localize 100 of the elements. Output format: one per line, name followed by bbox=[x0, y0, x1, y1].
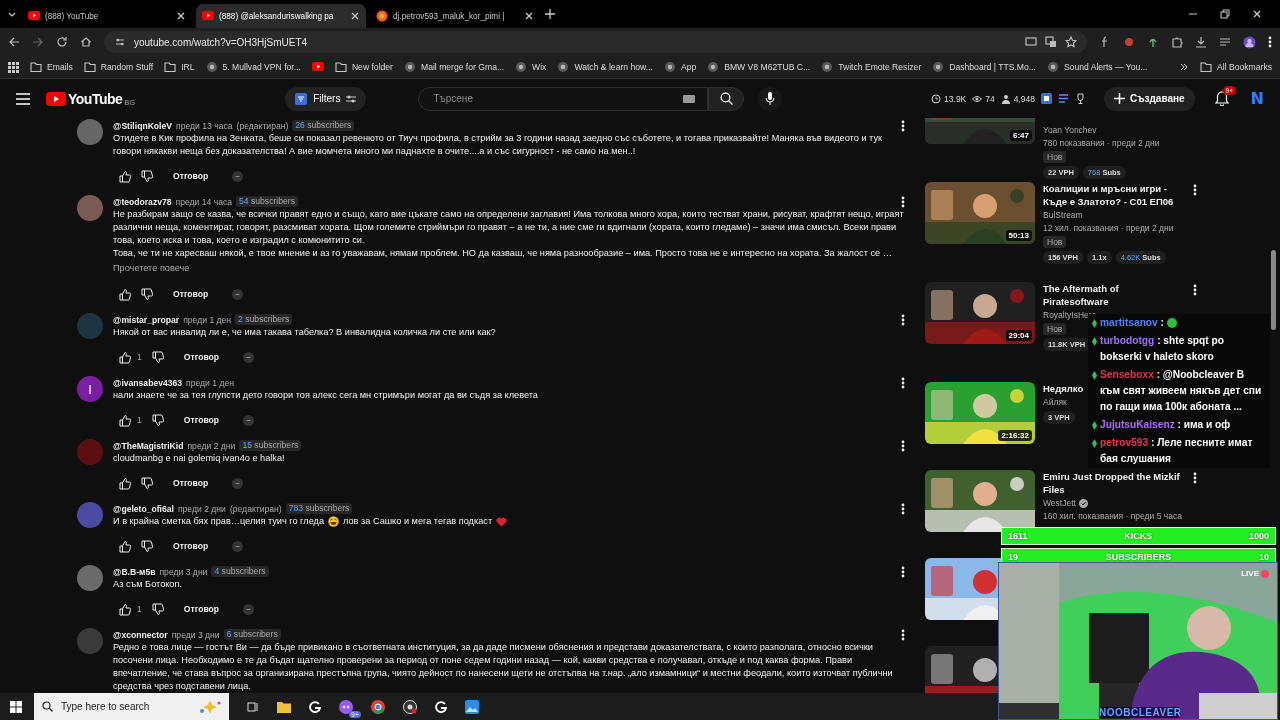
video-title[interactable]: Коалиции и мръсни игри - Къде е Златото? - С01 ЕП06 bbox=[1043, 182, 1181, 208]
star-icon[interactable] bbox=[1065, 36, 1077, 48]
kebab-icon[interactable] bbox=[901, 196, 905, 208]
dislike-icon[interactable] bbox=[151, 350, 164, 364]
close-icon[interactable] bbox=[176, 11, 186, 21]
comment-time[interactable]: преди 3 дни bbox=[159, 566, 208, 577]
bookmark[interactable]: Emails bbox=[30, 61, 73, 73]
install-icon[interactable] bbox=[1025, 36, 1037, 48]
comment-time[interactable]: преди 13 часа bbox=[176, 120, 233, 131]
avatar-icon[interactable] bbox=[1243, 35, 1256, 49]
kebab-icon[interactable] bbox=[901, 629, 905, 641]
keyboard-icon[interactable] bbox=[683, 94, 696, 103]
comment-author[interactable]: @mistar_propar bbox=[113, 314, 180, 325]
list-icon[interactable] bbox=[1058, 93, 1070, 104]
comment-author[interactable]: @StiliqnKoleV bbox=[113, 120, 172, 131]
dislike-icon[interactable] bbox=[141, 287, 153, 301]
channel-name[interactable]: RoyaltyIsHere bbox=[1043, 309, 1097, 322]
filters-button[interactable]: Filters bbox=[285, 86, 367, 111]
voice-search-button[interactable] bbox=[758, 86, 783, 111]
address-bar[interactable]: youtube.com/watch?v=OH3HjSmUET4 bbox=[104, 31, 1087, 53]
video-icon[interactable] bbox=[311, 61, 324, 73]
folder-icon[interactable] bbox=[277, 700, 291, 713]
scrollbar-thumb[interactable] bbox=[1271, 250, 1276, 330]
video-title[interactable]: Недялко bbox=[1043, 382, 1084, 395]
translate-icon[interactable] bbox=[1045, 36, 1057, 48]
reply-button[interactable]: Отговор bbox=[177, 349, 226, 365]
taskbar-search-field[interactable]: Type here to search bbox=[34, 693, 229, 720]
like-icon[interactable] bbox=[119, 539, 131, 553]
create-button[interactable]: Създаване bbox=[1104, 86, 1195, 111]
kebab-icon[interactable] bbox=[901, 440, 905, 452]
kebab-icon[interactable] bbox=[901, 566, 905, 578]
bookmark[interactable]: Watch & learn how... bbox=[557, 61, 653, 73]
reply-button[interactable]: Отговор bbox=[177, 601, 226, 617]
bookmark[interactable]: 5. Mullvad VPN for... bbox=[205, 61, 301, 73]
close-icon[interactable] bbox=[524, 11, 534, 21]
dislike-icon[interactable] bbox=[141, 169, 153, 183]
circle-icon[interactable] bbox=[232, 288, 244, 300]
channel-name[interactable]: WestJett bbox=[1043, 497, 1076, 510]
comment-time[interactable]: преди 2 дни bbox=[177, 503, 226, 514]
comment-time[interactable]: преди 1 ден bbox=[186, 377, 234, 388]
comment-author[interactable]: @teodorazv78 bbox=[113, 196, 172, 207]
comment-author[interactable]: @geleto_ofi6al bbox=[113, 503, 174, 514]
kebab-icon[interactable] bbox=[1193, 284, 1197, 296]
recorder-icon[interactable] bbox=[403, 699, 417, 714]
dislike-icon[interactable] bbox=[151, 602, 164, 616]
windows-start-icon[interactable] bbox=[10, 700, 22, 713]
close-icon[interactable] bbox=[350, 11, 360, 21]
circle-icon[interactable] bbox=[243, 414, 255, 426]
browser-tab[interactable]: (888) YouTube bbox=[22, 4, 192, 28]
circle-icon[interactable] bbox=[243, 603, 255, 615]
like-icon[interactable] bbox=[119, 602, 131, 616]
dislike-icon[interactable] bbox=[151, 413, 164, 427]
bookmark[interactable]: App bbox=[663, 61, 697, 73]
comment-time[interactable]: преди 1 ден bbox=[183, 314, 232, 325]
search-input[interactable]: Търсене bbox=[431, 92, 684, 105]
comment-author[interactable]: @B.B-м5в bbox=[113, 566, 156, 577]
reload-icon[interactable] bbox=[56, 36, 68, 48]
kebab-icon[interactable] bbox=[1193, 472, 1197, 484]
comment-author[interactable]: @TheMagistriKid bbox=[113, 440, 184, 451]
bookmark[interactable]: BMW V8 M62TUB C... bbox=[707, 61, 811, 73]
photos-icon[interactable] bbox=[465, 699, 479, 714]
bookmark[interactable]: Wix bbox=[515, 61, 547, 73]
dislike-icon[interactable] bbox=[141, 476, 153, 490]
apps-grid-icon[interactable] bbox=[8, 61, 19, 73]
circle-icon[interactable] bbox=[232, 540, 244, 552]
restore-icon[interactable] bbox=[1220, 9, 1230, 19]
bookmark[interactable]: Twitch Emote Resizer bbox=[821, 61, 922, 73]
g-logo-icon[interactable] bbox=[435, 700, 447, 713]
bookmark[interactable]: Dashboard | TTS.Mo... bbox=[932, 61, 1036, 73]
channel-name[interactable]: Айляк bbox=[1043, 396, 1067, 409]
comment-author[interactable]: @ivansabev4363 bbox=[113, 377, 183, 388]
kebab-icon[interactable] bbox=[901, 377, 905, 389]
comment-time[interactable]: преди 3 дни bbox=[171, 629, 220, 640]
like-icon[interactable] bbox=[119, 169, 131, 183]
channel-name[interactable]: Yoan Yonchev bbox=[1043, 124, 1097, 137]
like-icon[interactable] bbox=[119, 476, 131, 490]
search-field[interactable]: Търсене bbox=[418, 86, 709, 111]
logo-text[interactable]: YouTube bbox=[68, 90, 123, 107]
like-icon[interactable] bbox=[119, 413, 131, 427]
close-icon[interactable] bbox=[1252, 9, 1262, 19]
task-view-icon[interactable] bbox=[247, 700, 259, 713]
back-icon[interactable] bbox=[8, 36, 20, 48]
kebab-icon[interactable] bbox=[901, 314, 905, 326]
reply-button[interactable]: Отговор bbox=[167, 286, 215, 302]
account-button[interactable]: N bbox=[1250, 89, 1264, 108]
like-icon[interactable] bbox=[119, 350, 131, 364]
comment-time[interactable]: преди 14 часа bbox=[175, 196, 233, 207]
channel-name[interactable]: BulStream bbox=[1043, 209, 1083, 222]
g-logo-icon[interactable] bbox=[309, 700, 321, 713]
browser-tab[interactable]: dj.petrov593_maluk_kor_pimi | bbox=[370, 4, 540, 28]
bookmark[interactable]: Sound Alerts — You... bbox=[1046, 61, 1148, 73]
like-icon[interactable] bbox=[119, 287, 131, 301]
kebab-icon[interactable] bbox=[1193, 184, 1197, 196]
site-info-icon[interactable] bbox=[114, 36, 126, 48]
read-more-link[interactable]: Прочетете повече bbox=[113, 260, 190, 276]
comment-author[interactable]: @xconnector bbox=[113, 629, 168, 640]
circle-icon[interactable] bbox=[232, 170, 244, 182]
bookmark[interactable]: IRL bbox=[164, 61, 195, 73]
all-bookmarks[interactable]: All Bookmarks bbox=[1200, 61, 1272, 73]
chevron-icon[interactable] bbox=[1179, 62, 1190, 72]
